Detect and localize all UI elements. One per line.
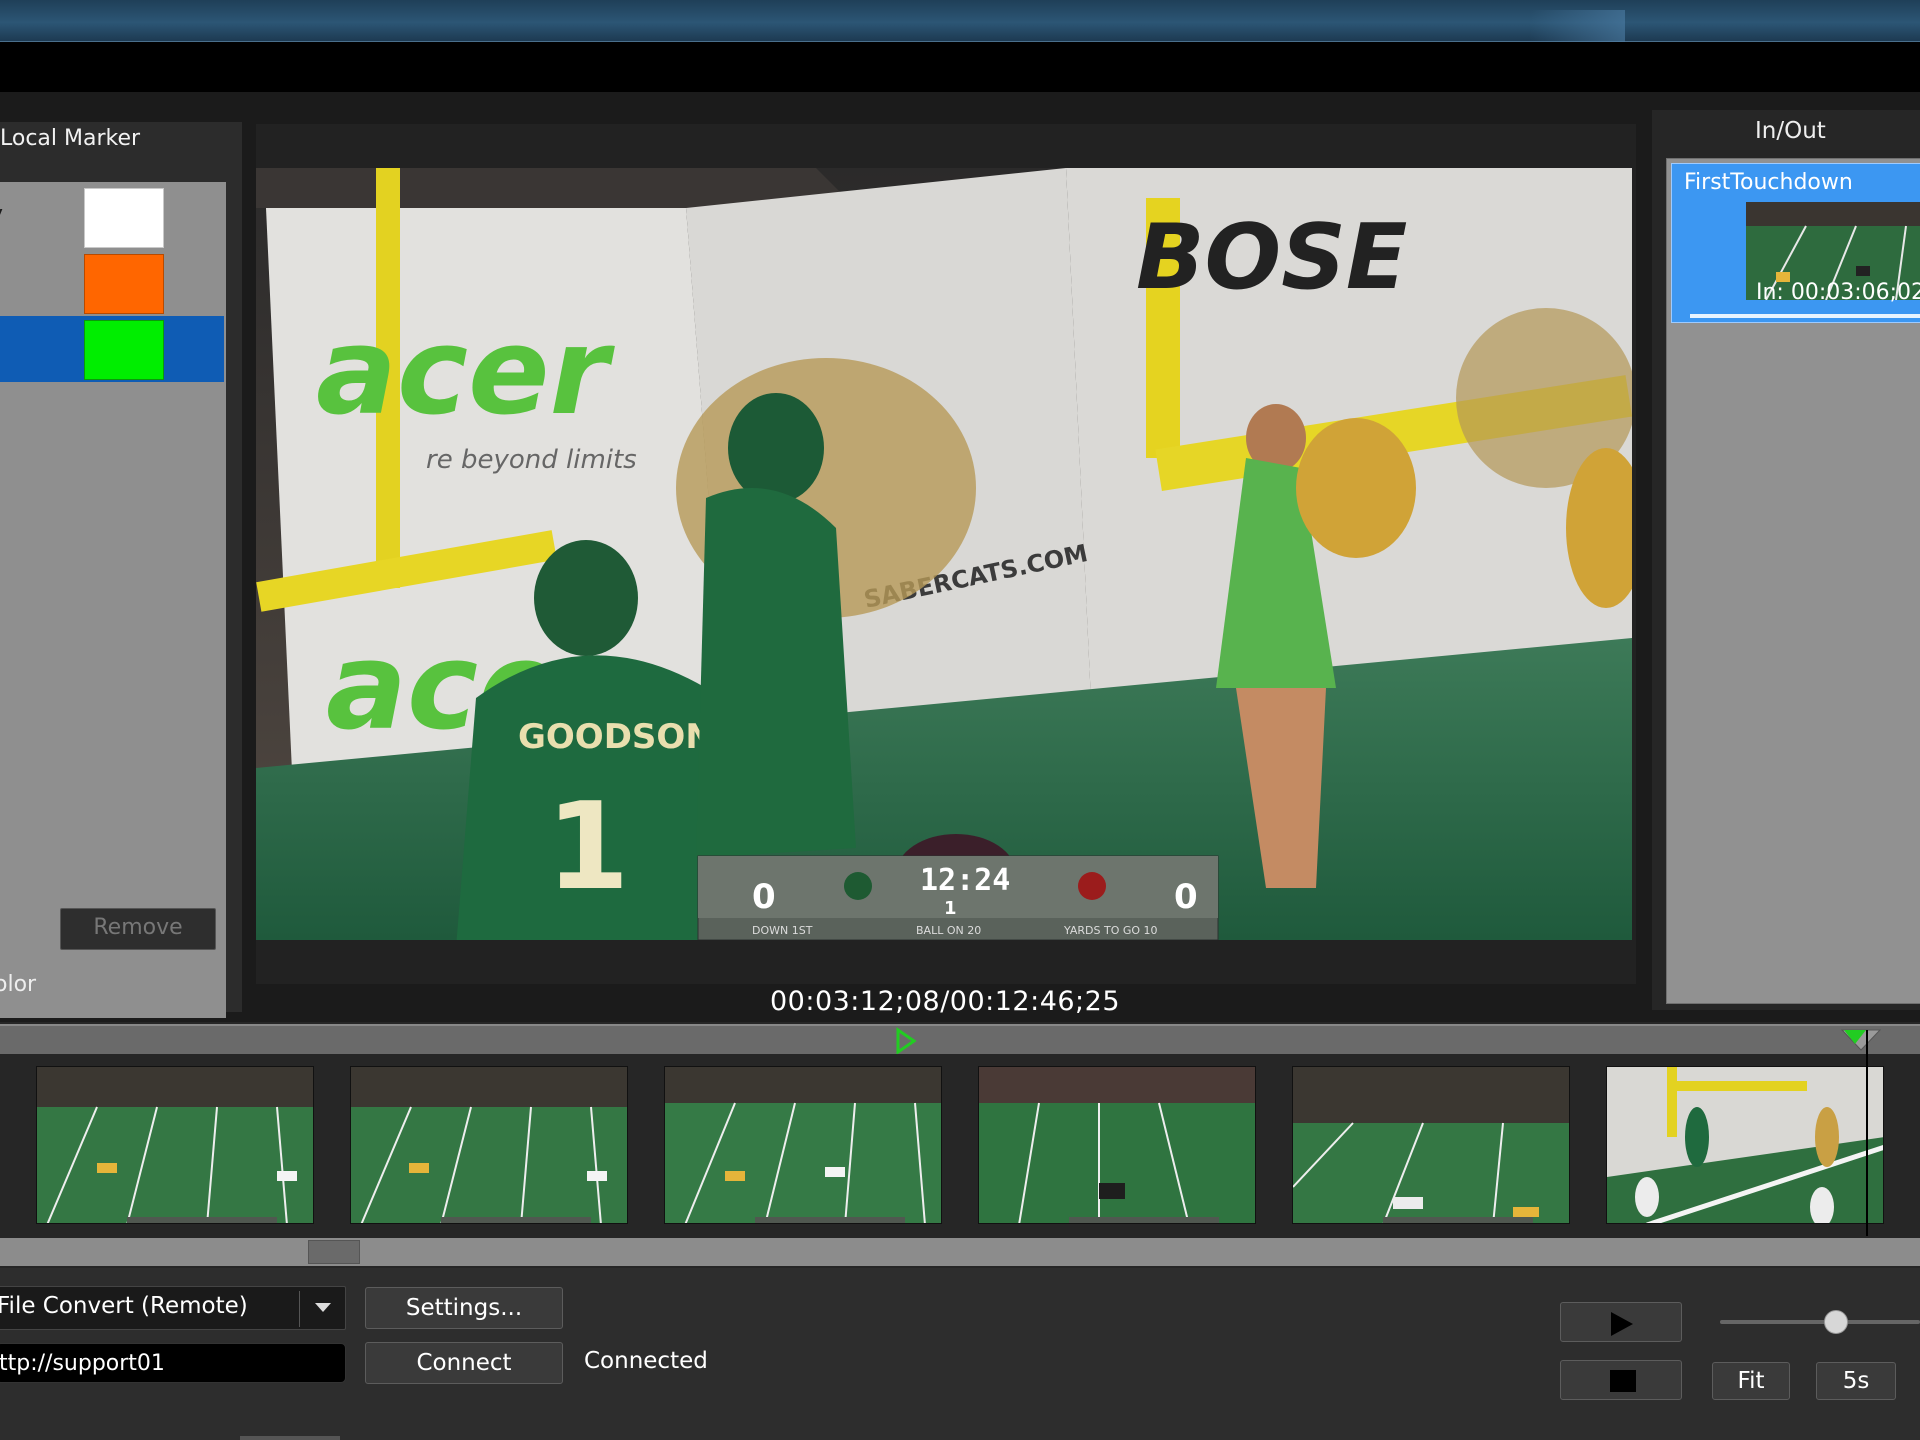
- svg-text:0: 0: [1174, 877, 1198, 917]
- timeline-scrollbar-thumb[interactable]: [308, 1240, 360, 1264]
- marker-list: y: [0, 182, 226, 1018]
- menu-bar: [0, 42, 1920, 92]
- connect-button[interactable]: Connect: [365, 1342, 563, 1384]
- thumbnail-filmstrip[interactable]: [0, 1054, 1920, 1238]
- window-title-bar: [0, 0, 1920, 42]
- timeline-markers: [896, 1027, 1882, 1055]
- clip-card-selected[interactable]: FirstTouchdown In: 00:03:06;02: [1671, 163, 1920, 323]
- video-frame[interactable]: acer re beyond limits acer BOSE SABERCAT…: [256, 168, 1632, 940]
- filmstrip-frame[interactable]: [350, 1066, 628, 1224]
- clip-name: FirstTouchdown: [1684, 170, 1853, 195]
- filmstrip-frame[interactable]: [36, 1066, 314, 1224]
- five-second-button[interactable]: 5s: [1816, 1362, 1896, 1400]
- clip-progress-bar: [1690, 314, 1920, 318]
- svg-text:re beyond limits: re beyond limits: [426, 445, 637, 475]
- dropdown-divider: [299, 1291, 300, 1327]
- playhead-line[interactable]: [1866, 1030, 1868, 1236]
- svg-text:acer: acer: [316, 303, 615, 442]
- marker-color-swatch[interactable]: [84, 320, 164, 380]
- convert-mode-value: File Convert (Remote): [0, 1293, 248, 1319]
- timeline-scrollbar[interactable]: [0, 1238, 1920, 1266]
- bottom-edge-indicator: [240, 1436, 340, 1440]
- filmstrip-frame[interactable]: [978, 1066, 1256, 1224]
- play-icon: [1611, 1312, 1633, 1336]
- local-marker-title: Local Marker: [0, 126, 141, 151]
- stop-button[interactable]: [1560, 1360, 1682, 1400]
- marker-label: y: [0, 202, 3, 227]
- svg-text:BALL ON 20: BALL ON 20: [916, 924, 981, 937]
- stop-icon: [1610, 1370, 1636, 1392]
- play-button[interactable]: [1560, 1302, 1682, 1342]
- settings-button[interactable]: Settings...: [365, 1287, 563, 1329]
- svg-text:DOWN 1ST: DOWN 1ST: [752, 924, 813, 937]
- video-image: acer re beyond limits acer BOSE SABERCAT…: [256, 168, 1632, 940]
- server-url-input[interactable]: [0, 1344, 337, 1382]
- in-out-title: In/Out: [1755, 118, 1826, 144]
- svg-text:YARDS TO GO 10: YARDS TO GO 10: [1063, 924, 1158, 937]
- remove-button[interactable]: Remove: [60, 908, 216, 950]
- convert-mode-dropdown[interactable]: File Convert (Remote): [0, 1286, 346, 1330]
- local-marker-panel: Local Marker y: [0, 122, 242, 1018]
- server-url-field[interactable]: [0, 1343, 346, 1383]
- svg-text:12:24: 12:24: [920, 863, 1010, 898]
- svg-text:1: 1: [546, 778, 630, 917]
- svg-text:GOODSON: GOODSON: [518, 717, 714, 757]
- in-out-panel: In/Out FirstTouchdown In: 00:03:06;02: [1652, 110, 1920, 1010]
- filmstrip-frame[interactable]: [664, 1066, 942, 1224]
- title-bar-decoration: [1530, 10, 1625, 42]
- marker-row-selected[interactable]: [0, 316, 224, 382]
- chevron-down-icon[interactable]: [315, 1303, 331, 1312]
- zoom-slider-track[interactable]: [1720, 1320, 1920, 1324]
- clip-in-timecode: In: 00:03:06;02: [1756, 280, 1920, 305]
- marker-color-swatch[interactable]: [84, 188, 164, 248]
- timeline-ruler[interactable]: [0, 1024, 1920, 1055]
- clip-list: FirstTouchdown In: 00:03:06;02: [1666, 158, 1920, 1004]
- timecode-display: 00:03:12;08/00:12:46;25: [769, 986, 1121, 1017]
- fit-button[interactable]: Fit: [1712, 1362, 1790, 1400]
- svg-text:BOSE: BOSE: [1136, 205, 1407, 310]
- marker-color-swatch[interactable]: [84, 254, 164, 314]
- svg-text:1: 1: [944, 898, 957, 919]
- marker-row[interactable]: y: [0, 184, 224, 250]
- filmstrip-frame[interactable]: [1292, 1066, 1570, 1224]
- zoom-slider-thumb[interactable]: [1824, 1310, 1848, 1334]
- connection-status: Connected: [584, 1348, 708, 1374]
- svg-text:0: 0: [752, 877, 776, 917]
- marker-row[interactable]: [0, 250, 224, 316]
- filmstrip-frame[interactable]: [1606, 1066, 1884, 1224]
